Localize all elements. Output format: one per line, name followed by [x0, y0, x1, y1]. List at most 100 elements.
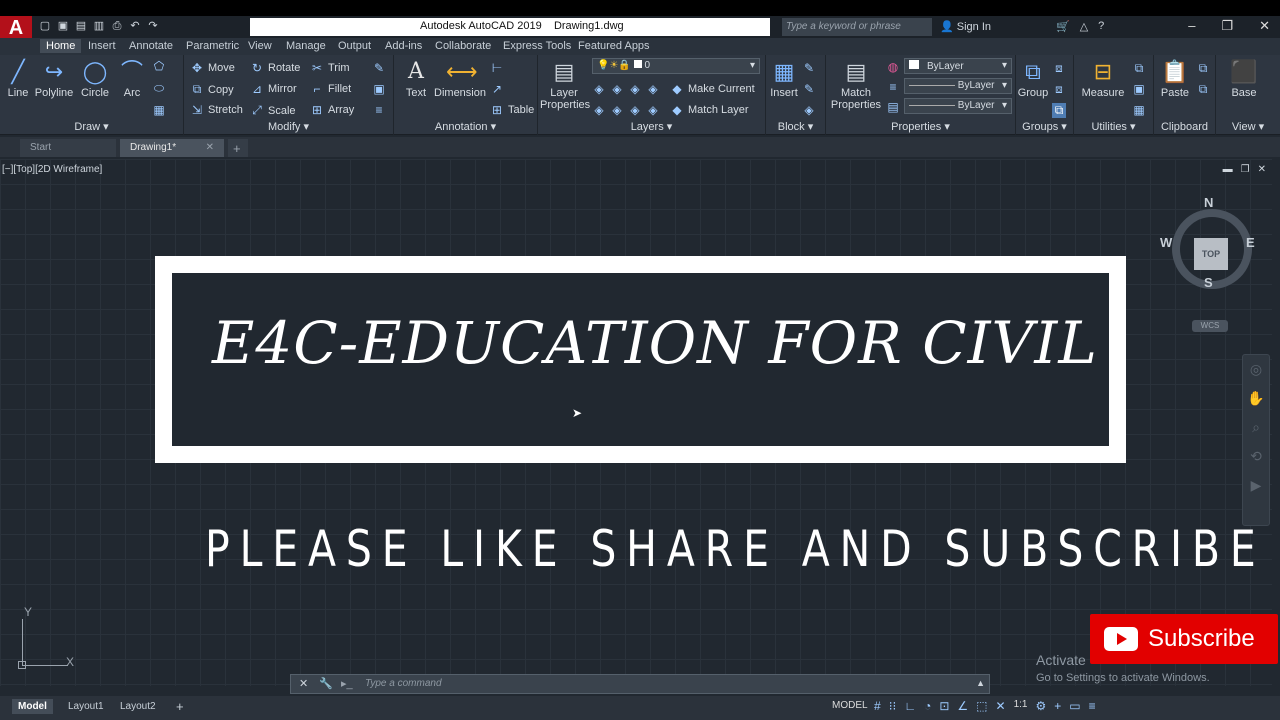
match-properties-button[interactable]: ▤ Match Properties	[828, 59, 884, 111]
create-block-tool[interactable]: ✎	[802, 61, 816, 75]
close-tab-icon[interactable]: ✕	[206, 142, 214, 153]
layout-tab-layout2[interactable]: Layout2	[114, 699, 162, 714]
drawing-viewport[interactable]: [−][Top][2D Wireframe] ▬ ❐ ✕ E4C-EDUCATI…	[0, 159, 1272, 686]
move-button[interactable]: ✥ Move	[190, 61, 235, 75]
lineweight-dropdown[interactable]: ByLayer ▾	[904, 78, 1012, 94]
dimension-button[interactable]: ⟷ Dimension	[434, 59, 486, 99]
group-button[interactable]: ⧉ Group	[1016, 59, 1050, 99]
workspace-gear-icon[interactable]: ⚙	[1035, 699, 1046, 713]
subscribe-button[interactable]: Subscribe	[1090, 614, 1278, 664]
viewcube-top-face[interactable]: TOP	[1194, 238, 1228, 270]
viewport-restore-icon[interactable]: ❐	[1241, 164, 1250, 175]
cut-tool[interactable]: ⧉	[1196, 61, 1210, 76]
tab-home[interactable]: Home	[40, 39, 82, 53]
multileader-tool[interactable]: ↗	[490, 82, 504, 96]
paste-button[interactable]: 📋 Paste	[1158, 59, 1192, 99]
sign-in-button[interactable]: 👤 Sign In	[940, 20, 991, 33]
copy-clip-tool[interactable]: ⧉	[1196, 82, 1210, 97]
make-current-button[interactable]: ◆ Make Current	[670, 82, 754, 96]
block-attr-tool[interactable]: ◈	[802, 103, 816, 117]
clipboard-panel-label[interactable]: Clipboard	[1154, 121, 1215, 133]
tab-express-tools[interactable]: Express Tools	[503, 40, 571, 52]
close-command-icon[interactable]: ✕	[299, 677, 308, 690]
tab-insert[interactable]: Insert	[88, 40, 116, 52]
ungroup-tool[interactable]: ⧈	[1052, 61, 1066, 76]
utilities-panel-label[interactable]: Utilities ▾	[1074, 120, 1153, 133]
layer-properties-button[interactable]: ▤ Layer Properties	[540, 59, 590, 111]
table-button[interactable]: ⊞ Table	[490, 103, 534, 117]
groups-panel-label[interactable]: Groups ▾	[1016, 120, 1073, 133]
layer-off-icon[interactable]: ◈	[592, 82, 606, 96]
navigation-bar[interactable]: ◎ ✋ ⌕ ⟲ ▶	[1242, 354, 1270, 526]
annotation-visibility-icon[interactable]: ✕	[996, 699, 1006, 713]
select-all-tool[interactable]: ▣	[1132, 82, 1146, 96]
trim-button[interactable]: ✂ Trim	[310, 61, 350, 75]
group-edit-tool[interactable]: ⧈	[1052, 82, 1066, 97]
ortho-icon[interactable]: ∟	[904, 699, 916, 713]
zoom-icon[interactable]: ⌕	[1243, 419, 1269, 436]
command-line[interactable]: ✕ 🔧 ▸_ Type a command ▲	[290, 674, 990, 694]
offset-tool[interactable]: ≡	[372, 103, 386, 117]
hatch-tool[interactable]: ▦	[152, 103, 166, 117]
osnap-icon[interactable]: ⊡	[939, 699, 949, 713]
customize-menu-icon[interactable]: ≡	[1089, 699, 1096, 713]
help-icon[interactable]: ?	[1098, 20, 1104, 33]
quick-select-tool[interactable]: ⧉	[1132, 61, 1146, 76]
redo-icon[interactable]: ↷	[146, 19, 160, 33]
restore-icon[interactable]: ❐	[1221, 18, 1233, 34]
rotate-button[interactable]: ↻ Rotate	[250, 61, 300, 75]
steering-wheel-icon[interactable]: ◎	[1243, 361, 1269, 378]
compass-south[interactable]: S	[1204, 275, 1213, 290]
lineweight-toggle-icon[interactable]: ∠	[957, 699, 968, 713]
command-history-icon[interactable]: ▲	[976, 678, 985, 688]
grid-icon[interactable]: #	[874, 699, 881, 713]
explode-tool[interactable]: ▣	[372, 82, 386, 96]
polar-icon[interactable]: ◔	[924, 699, 931, 713]
tab-drawing1[interactable]: Drawing1* ✕	[120, 139, 224, 157]
wcs-menu[interactable]: WCS	[1192, 320, 1228, 332]
layer-on-icon[interactable]: ◈	[592, 103, 606, 117]
pan-hand-icon[interactable]: ✋	[1243, 390, 1269, 407]
orbit-icon[interactable]: ⟲	[1243, 448, 1269, 465]
layer-thaw-icon[interactable]: ◈	[628, 103, 642, 117]
measure-button[interactable]: ⊟ Measure	[1078, 59, 1128, 99]
leader-tool[interactable]: ⊢	[490, 61, 504, 75]
compass-west[interactable]: W	[1160, 235, 1172, 250]
tab-manage[interactable]: Manage	[286, 40, 326, 52]
circle-button[interactable]: ◯ Circle	[78, 59, 112, 99]
view-panel-label[interactable]: View ▾	[1216, 120, 1280, 133]
copy-button[interactable]: ⧉ Copy	[190, 82, 234, 97]
tab-collaborate[interactable]: Collaborate	[435, 40, 491, 52]
ellipse-tool[interactable]: ⬭	[152, 81, 166, 96]
draw-panel-label[interactable]: Draw ▾	[0, 120, 183, 133]
block-panel-label[interactable]: Block ▾	[766, 120, 825, 133]
cart-icon[interactable]: 🛒	[1056, 20, 1070, 33]
layer-isolate-icon[interactable]: ◈	[610, 82, 624, 96]
save-icon[interactable]: ▤	[74, 19, 88, 33]
compass-north[interactable]: N	[1204, 195, 1213, 210]
rectangle-tool[interactable]: ⬠	[152, 59, 166, 73]
fillet-button[interactable]: ⌐ Fillet	[310, 82, 351, 96]
compass-east[interactable]: E	[1246, 235, 1255, 250]
viewport-minimize-icon[interactable]: ▬	[1223, 164, 1233, 175]
close-icon[interactable]: ✕	[1259, 18, 1270, 34]
annotation-scale-value[interactable]: 1:1	[1014, 699, 1028, 713]
tab-add-ins[interactable]: Add-ins	[385, 40, 422, 52]
viewport-controls-label[interactable]: [−][Top][2D Wireframe]	[2, 164, 102, 175]
viewcube[interactable]: N S E W TOP	[1160, 195, 1256, 305]
scale-button[interactable]: ⤢ Scale	[250, 103, 295, 118]
layer-dropdown[interactable]: 💡☀🔒 0 ▾	[592, 58, 760, 74]
tab-featured-apps[interactable]: Featured Apps	[578, 40, 650, 52]
tab-annotate[interactable]: Annotate	[129, 40, 173, 52]
tab-parametric[interactable]: Parametric	[186, 40, 239, 52]
match-layer-button[interactable]: ◆ Match Layer	[670, 103, 748, 117]
undo-icon[interactable]: ↶	[128, 19, 142, 33]
save-as-icon[interactable]: ▥	[92, 19, 106, 33]
arc-button[interactable]: ⌒ Arc	[118, 59, 146, 99]
command-prompt-icon[interactable]: ▸_	[341, 677, 353, 690]
isolate-objects-icon[interactable]: ▭	[1069, 699, 1080, 713]
command-input[interactable]: Type a command	[365, 678, 442, 689]
tab-output[interactable]: Output	[338, 40, 371, 52]
layout-tab-layout1[interactable]: Layout1	[62, 699, 110, 714]
open-file-icon[interactable]: ▣	[56, 19, 70, 33]
